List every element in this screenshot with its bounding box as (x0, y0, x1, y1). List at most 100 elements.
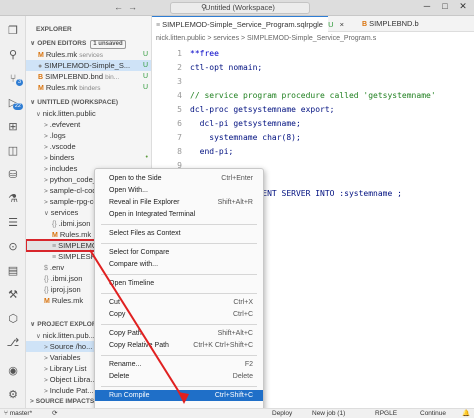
command-center-search[interactable]: ⚲ Untitled (Workspace) (170, 2, 310, 14)
line-number: 3 (177, 77, 182, 86)
source-control-icon[interactable]: ⑂ 3 (3, 70, 23, 88)
code-text: ctl-opt nomain; (190, 63, 263, 72)
tree-item[interactable]: ∨ nick.litten.public (26, 108, 151, 119)
bell-icon[interactable]: 🔔 (462, 409, 470, 418)
menu-item-copy-relative-path[interactable]: Copy Relative Path Ctrl+K Ctrl+Shift+C (95, 340, 263, 351)
menu-item-copy[interactable]: Copy Ctrl+C (95, 309, 263, 320)
chevron-down-icon: ∨ (30, 99, 36, 106)
code-line: 7 systemname char(8); (152, 132, 474, 143)
extensions-badge: 22 (12, 103, 23, 110)
tree-item[interactable]: > .logs (26, 130, 151, 141)
menu-item-open-in-integrated-terminal[interactable]: Open in Integrated Terminal (95, 209, 263, 220)
file-icon: M (38, 52, 44, 59)
menu-separator (101, 274, 257, 275)
line-number: 1 (177, 49, 182, 58)
branch-status[interactable]: ⑂ master* (4, 409, 32, 418)
code-text: dcl-pi getsystemname; (190, 119, 301, 128)
code-line: 6 dcl-pi getsystemname; (152, 118, 474, 129)
file-icon: M (44, 298, 50, 305)
test-icon[interactable]: ⚗ (3, 190, 23, 208)
new-job-status[interactable]: New job (1) (312, 409, 345, 418)
deploy-button[interactable]: Deploy (272, 409, 292, 418)
file-icon: $ (44, 265, 48, 272)
notebook-icon[interactable]: ▤ (3, 262, 23, 280)
file-icon: B (38, 74, 44, 81)
menu-item-delete[interactable]: Delete Delete (95, 371, 263, 382)
menu-item-run-compile[interactable]: Run Compile Ctrl+Shift+C (95, 390, 263, 401)
tab-simplebnd[interactable]: B SIMPLEBND.b (358, 16, 474, 32)
chevron-right-icon: > (44, 133, 48, 140)
code-text: **free (190, 49, 219, 58)
menu-item-select-for-compare[interactable]: Select for Compare (95, 247, 263, 258)
tab-simplemod[interactable]: ≡ SIMPLEMOD-Simple_Service_Program.sqlrpg… (152, 16, 344, 32)
menu-separator (101, 293, 257, 294)
menu-item-open-timeline[interactable]: Open Timeline (95, 278, 263, 289)
line-number: 6 (177, 119, 182, 128)
code-text: systemname char(8); (190, 133, 301, 142)
tree-item[interactable]: > binders • (26, 152, 151, 163)
open-editors-header[interactable]: ∨ OPEN EDITORS 1 unsaved (26, 38, 151, 49)
minimize-icon[interactable]: ─ (420, 1, 434, 11)
menu-item-open-to-the-side[interactable]: Open to the Side Ctrl+Enter (95, 173, 263, 184)
forward-arrow-icon[interactable]: → (128, 2, 137, 12)
open-editor-item[interactable]: M Rules.mk binders U (26, 82, 151, 93)
close-tab-icon[interactable]: × (340, 20, 344, 29)
explorer-title: EXPLORER (36, 26, 72, 33)
line-number: 5 (177, 105, 182, 114)
chevron-right-icon: > (30, 398, 34, 405)
menu-item-reveal-in-file-explorer[interactable]: Reveal in File Explorer Shift+Alt+R (95, 197, 263, 208)
settings-gear-icon[interactable]: ⚙ (3, 386, 23, 404)
database-icon[interactable]: ⛁ (3, 166, 23, 184)
cube-icon[interactable]: ⬡ (3, 310, 23, 328)
code-text: dcl-proc getsystemname export; (190, 105, 335, 114)
menu-separator (101, 355, 257, 356)
search-text: Untitled (Workspace) (205, 3, 275, 12)
git-graph-icon[interactable]: ⎇ (3, 334, 23, 352)
breadcrumb[interactable]: nick.litten.public > services > SIMPLEMO… (152, 33, 474, 45)
line-number: 4 (177, 91, 182, 100)
object-browser-icon[interactable]: ☰ (3, 214, 23, 232)
menu-item-rename[interactable]: Rename... F2 (95, 359, 263, 370)
status-bar: ⑂ master* ⟳ Deploy New job (1) RPGLE Con… (0, 408, 474, 418)
workspace-header[interactable]: ∨ UNTITLED (WORKSPACE) (26, 97, 151, 108)
chevron-down-icon: ∨ (44, 210, 49, 217)
close-window-icon[interactable]: ✕ (456, 1, 470, 12)
run-debug-icon[interactable]: ▷ 22 (3, 94, 23, 112)
extensions-icon[interactable]: ⊞ (3, 118, 23, 136)
chevron-down-icon: ∨ (30, 40, 36, 47)
account-icon[interactable]: ◉ (3, 362, 23, 380)
chevron-right-icon: > (44, 366, 48, 373)
file-icon: M (52, 232, 58, 239)
search-icon[interactable]: ⚲ (3, 46, 23, 64)
menu-item-copy-path[interactable]: Copy Path Shift+Alt+C (95, 328, 263, 339)
chevron-right-icon: > (44, 155, 48, 162)
tree-item[interactable]: > .vscode (26, 141, 151, 152)
menu-item-cut[interactable]: Cut Ctrl+X (95, 297, 263, 308)
chevron-down-icon: ∨ (30, 321, 36, 328)
chevron-right-icon: > (44, 144, 48, 151)
tree-item[interactable]: > .evfevent (26, 119, 151, 130)
language-mode[interactable]: RPGLE (375, 409, 397, 418)
menu-item-open-with[interactable]: Open With... (95, 185, 263, 196)
open-editor-item[interactable]: B SIMPLEBND.bnd bin... U (26, 71, 151, 82)
maximize-icon[interactable]: □ (438, 1, 452, 11)
code-text: // service program procedure called 'get… (190, 91, 436, 100)
menu-item-compare-with[interactable]: Compare with... (95, 259, 263, 270)
tools-icon[interactable]: ⚒ (3, 286, 23, 304)
ibmi-icon[interactable]: ◫ (3, 142, 23, 160)
project-icon[interactable]: ⊙ (3, 238, 23, 256)
continue-button[interactable]: Continue (420, 409, 446, 418)
code-line: 3 (152, 76, 474, 87)
code-line: 2 ctl-opt nomain; (152, 62, 474, 73)
back-arrow-icon[interactable]: ← (114, 2, 123, 12)
chevron-right-icon: > (44, 122, 48, 129)
open-editor-item[interactable]: ● SIMPLEMOD-Simple_S... U (26, 60, 151, 71)
file-icon: ≡ (52, 243, 57, 250)
code-line: 8 end-pi; (152, 146, 474, 157)
explorer-icon[interactable]: ❐ (3, 22, 23, 40)
menu-item-select-files-context[interactable]: Select Files as Context (95, 228, 263, 239)
sync-icon[interactable]: ⟳ (52, 409, 57, 418)
chevron-right-icon: > (44, 188, 48, 195)
open-editor-item[interactable]: M Rules.mk services U (26, 49, 151, 60)
chevron-right-icon: > (44, 199, 48, 206)
